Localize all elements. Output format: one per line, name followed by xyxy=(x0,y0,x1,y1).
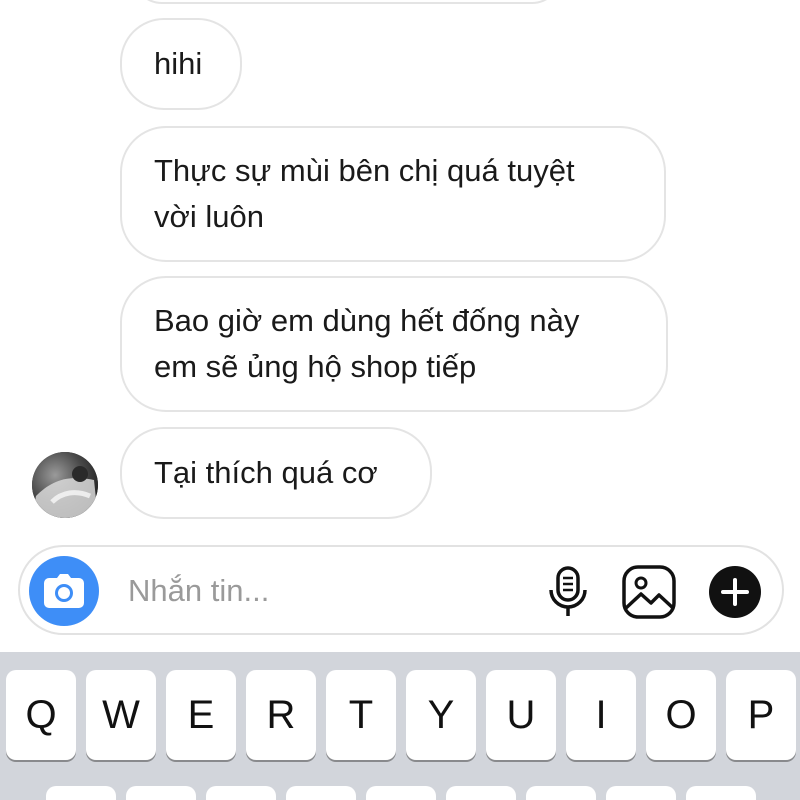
message-input[interactable] xyxy=(128,567,508,615)
message-text: Thực sự mùi bên chị quá tuyệt vời luôn xyxy=(154,153,575,234)
key-p[interactable]: P xyxy=(726,670,796,760)
key-j[interactable] xyxy=(526,786,596,800)
image-icon[interactable] xyxy=(621,564,677,620)
plus-circle-icon[interactable] xyxy=(708,565,762,619)
message-bubble[interactable]: Bao giờ em dùng hết đống này em sẽ ủng h… xyxy=(120,276,668,412)
message-bubble[interactable]: Thực sự mùi bên chị quá tuyệt vời luôn xyxy=(120,126,666,262)
keyboard: Q W E R T Y U I O P xyxy=(0,652,800,800)
key-k[interactable] xyxy=(606,786,676,800)
key-e[interactable]: E xyxy=(166,670,236,760)
message-text: Tại thích quá cơ xyxy=(154,455,378,490)
key-f[interactable] xyxy=(286,786,356,800)
camera-button[interactable] xyxy=(29,556,99,626)
key-i[interactable]: I xyxy=(566,670,636,760)
key-w[interactable]: W xyxy=(86,670,156,760)
key-q[interactable]: Q xyxy=(6,670,76,760)
message-bubble[interactable]: hihi xyxy=(120,18,242,110)
key-h[interactable] xyxy=(446,786,516,800)
key-o[interactable]: O xyxy=(646,670,716,760)
key-y[interactable]: Y xyxy=(406,670,476,760)
message-bubble-cut xyxy=(132,0,562,4)
message-text: Bao giờ em dùng hết đống này em sẽ ủng h… xyxy=(154,303,580,384)
message-bubble[interactable]: Tại thích quá cơ xyxy=(120,427,432,519)
key-t[interactable]: T xyxy=(326,670,396,760)
message-text: hihi xyxy=(154,46,203,81)
microphone-icon[interactable] xyxy=(548,566,588,618)
key-s[interactable] xyxy=(126,786,196,800)
camera-icon xyxy=(44,574,84,608)
key-r[interactable]: R xyxy=(246,670,316,760)
message-composer xyxy=(18,545,784,635)
key-g[interactable] xyxy=(366,786,436,800)
chat-screen: hihi Thực sự mùi bên chị quá tuyệt vời l… xyxy=(0,0,800,800)
key-l[interactable] xyxy=(686,786,756,800)
avatar[interactable] xyxy=(32,452,98,518)
key-a[interactable] xyxy=(46,786,116,800)
avatar-photo xyxy=(32,452,98,518)
key-u[interactable]: U xyxy=(486,670,556,760)
key-d[interactable] xyxy=(206,786,276,800)
